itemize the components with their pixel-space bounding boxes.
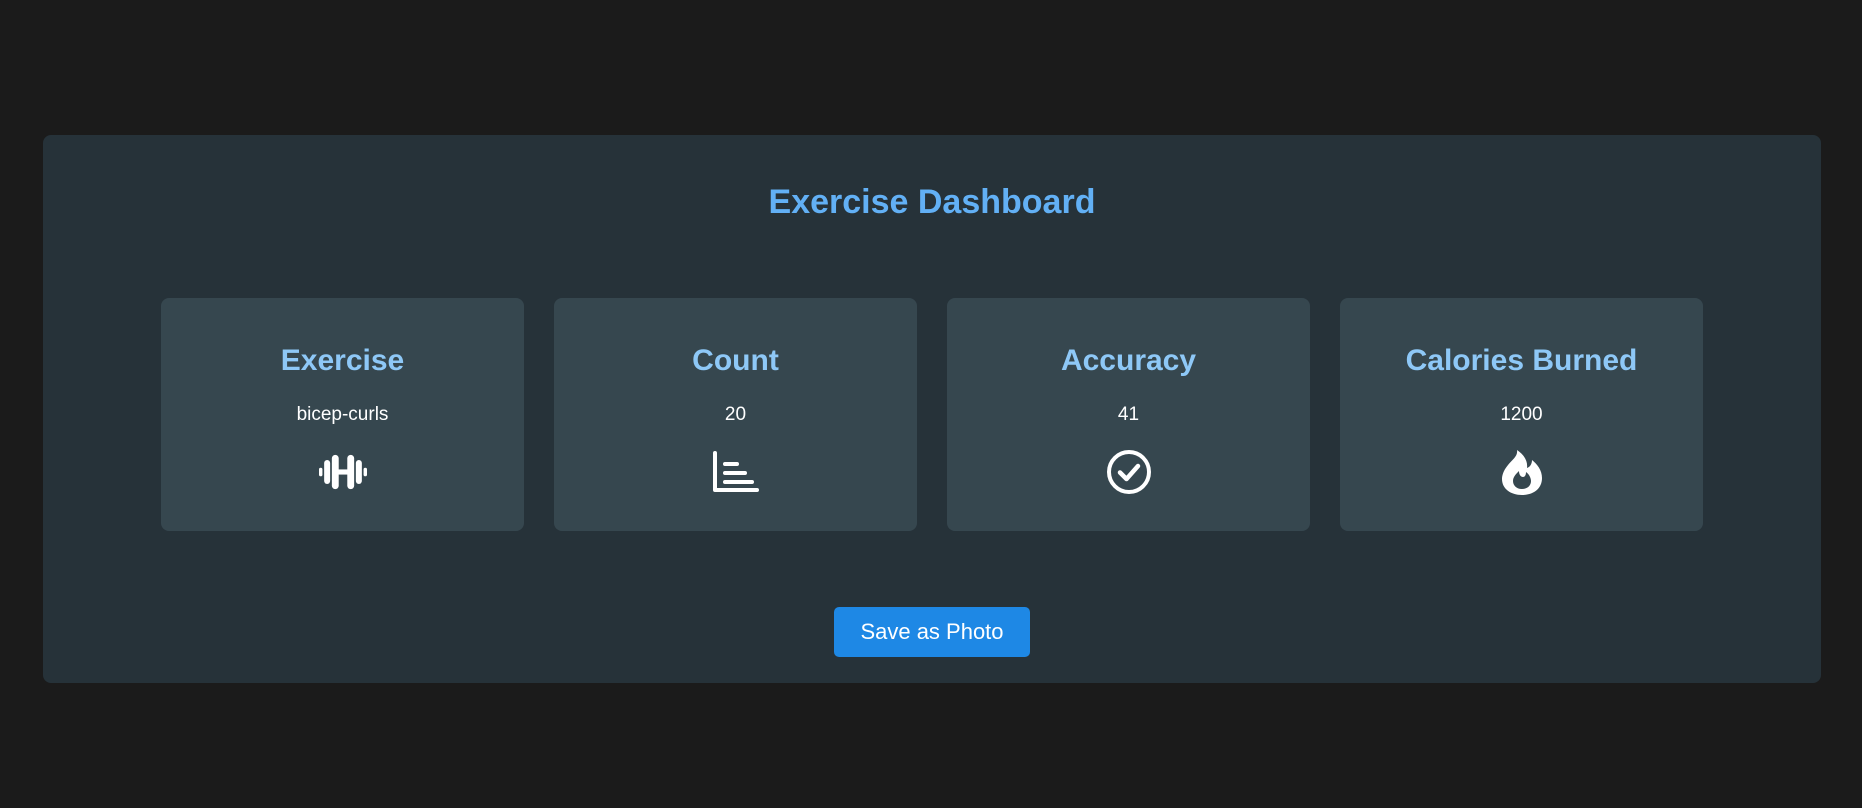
card-title: Calories Burned bbox=[1405, 344, 1638, 377]
fire-icon bbox=[1498, 448, 1546, 496]
card-title: Accuracy bbox=[1060, 344, 1197, 377]
card-accuracy: Accuracy 41 bbox=[947, 298, 1310, 531]
card-value: 41 bbox=[1117, 404, 1140, 425]
dumbbell-icon bbox=[318, 448, 367, 496]
bar-chart-icon bbox=[712, 448, 760, 496]
card-calories: Calories Burned 1200 bbox=[1340, 298, 1703, 531]
card-value: 20 bbox=[724, 404, 747, 425]
card-title: Exercise bbox=[280, 344, 405, 377]
card-count: Count 20 bbox=[554, 298, 917, 531]
card-title: Count bbox=[692, 344, 779, 377]
check-circle-icon bbox=[1105, 448, 1153, 496]
dashboard-title: Exercise Dashboard bbox=[768, 183, 1096, 221]
card-exercise: Exercise bicep-curls bbox=[161, 298, 524, 531]
card-value: 1200 bbox=[1500, 404, 1543, 425]
dashboard-panel: Exercise Dashboard Exercise bicep-curls bbox=[43, 135, 1821, 683]
card-value: bicep-curls bbox=[296, 404, 389, 425]
save-as-photo-button[interactable]: Save as Photo bbox=[834, 607, 1030, 657]
stats-cards: Exercise bicep-curls Count 20 Accuracy 4… bbox=[161, 298, 1703, 531]
